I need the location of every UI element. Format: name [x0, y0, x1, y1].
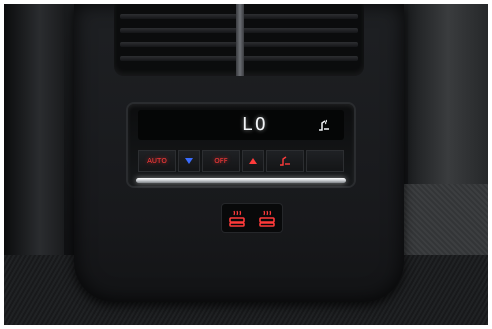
seat-heat-icon — [319, 119, 329, 131]
climate-display: LO — [138, 110, 344, 140]
off-label: OFF — [214, 157, 228, 165]
vent-adjust-wheel[interactable] — [236, 4, 244, 76]
chrome-trim-strip — [136, 178, 346, 183]
rear-climate-panel: LO AUTO OFF — [128, 104, 354, 186]
rear-console: LO AUTO OFF — [74, 4, 404, 302]
blank-button[interactable] — [306, 150, 344, 172]
seat-heat-button[interactable] — [266, 150, 304, 172]
temperature-readout: LO — [242, 114, 268, 135]
seat-heat-icon — [280, 156, 290, 166]
triangle-up-icon — [249, 158, 257, 164]
rear-air-vent[interactable] — [114, 4, 364, 76]
climate-button-row: AUTO OFF — [138, 150, 344, 172]
triangle-down-icon — [185, 158, 193, 164]
seat-heat-right-icon[interactable] — [257, 208, 277, 228]
seat-heating-buttons — [222, 204, 282, 232]
rear-console-photo: LO AUTO OFF — [4, 4, 488, 325]
off-button[interactable]: OFF — [202, 150, 240, 172]
temp-down-button[interactable] — [178, 150, 200, 172]
auto-button[interactable]: AUTO — [138, 150, 176, 172]
seat-heat-left-icon[interactable] — [227, 208, 247, 228]
auto-label: AUTO — [147, 157, 167, 165]
temp-up-button[interactable] — [242, 150, 264, 172]
